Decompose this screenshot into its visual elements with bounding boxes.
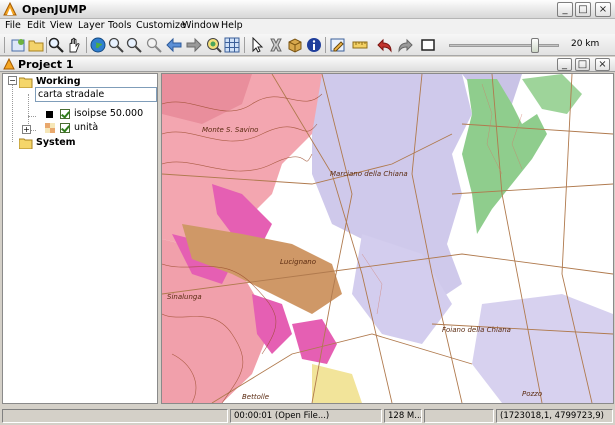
toolbar-separator (86, 37, 87, 53)
folder-open-icon (19, 77, 33, 88)
forward-arrow-icon[interactable] (186, 37, 202, 53)
open-project-icon[interactable] (28, 37, 44, 53)
toolbar-separator (46, 37, 47, 53)
layer-style-grid-icon (45, 123, 55, 133)
select-arrow-icon[interactable] (250, 37, 266, 53)
place-label: Marciano della Chiana (330, 170, 408, 178)
layer-unita[interactable]: unità (74, 122, 98, 133)
menu-file[interactable]: File (5, 20, 21, 31)
zoom-out-icon[interactable] (126, 37, 142, 53)
place-label: Monte S. Savino (202, 126, 258, 134)
project-icon (3, 58, 15, 70)
category-working[interactable]: Working (36, 76, 81, 87)
project-frame-title-bar: Project 1 _ □ × (0, 57, 615, 72)
menu-view[interactable]: View (50, 20, 73, 31)
toolbar-separator (325, 37, 326, 53)
undo-icon[interactable] (377, 37, 393, 53)
window-title: OpenJUMP (22, 3, 87, 16)
zoom-selected-icon[interactable] (146, 37, 162, 53)
zoom-slider-track[interactable] (449, 44, 559, 47)
toolbar: 20 km (0, 34, 615, 56)
layer-color-swatch (46, 111, 53, 118)
back-arrow-icon[interactable] (166, 37, 182, 53)
rectangle-icon[interactable] (420, 37, 436, 53)
place-label: Pozzo (522, 390, 542, 398)
status-timer: 00:00:01 (Open File...) (230, 409, 382, 423)
menu-edit[interactable]: Edit (27, 20, 45, 31)
place-label: Bettolle (242, 393, 269, 401)
tree-connector (12, 80, 13, 142)
menu-help[interactable]: Help (221, 20, 243, 31)
zoom-slider-thumb[interactable] (530, 38, 539, 53)
close-button[interactable]: × (595, 2, 611, 17)
status-memory: 128 M... (384, 409, 422, 423)
menu-window[interactable]: Window (182, 20, 219, 31)
frame-maximize-button[interactable]: □ (575, 58, 590, 71)
frame-close-button[interactable]: × (595, 58, 610, 71)
map-canvas[interactable]: Monte S. Savino Marciano della Chiana Lu… (161, 73, 614, 404)
tree-connector (28, 116, 36, 117)
scale-label: 20 km (571, 39, 600, 49)
status-message (2, 409, 228, 423)
zoom-in-icon[interactable] (108, 37, 124, 53)
title-bar: OpenJUMP _ □ × (0, 0, 615, 19)
maximize-button[interactable]: □ (575, 2, 591, 17)
map-region-lavender (472, 294, 613, 403)
pan-hand-icon[interactable] (66, 37, 82, 53)
folder-closed-icon (19, 138, 33, 149)
menu-tools[interactable]: Tools (108, 20, 131, 31)
redo-icon[interactable] (397, 37, 413, 53)
project-title: Project 1 (18, 58, 74, 71)
minimize-button[interactable]: _ (557, 2, 573, 17)
edit-pencil-icon[interactable] (330, 37, 346, 53)
layer-tree: − Working isoipse 50.000 + unità System (2, 73, 158, 404)
layer-visibility-checkbox[interactable] (60, 109, 70, 119)
status-coordinates: (1723018,1, 4799723,9) (496, 409, 613, 423)
toolbar-separator (244, 37, 245, 53)
menu-bar: File Edit View Layer Tools Customize Win… (0, 19, 615, 34)
delete-icon[interactable] (268, 37, 284, 53)
place-label: Lucignano (280, 258, 316, 266)
category-system[interactable]: System (36, 137, 76, 148)
toolbar-grip (4, 37, 5, 53)
layer-name-edit-field[interactable] (35, 87, 157, 102)
place-label: Foiano della Chiana (442, 326, 511, 334)
expand-unita-toggle[interactable]: + (22, 125, 31, 134)
info-icon[interactable] (306, 37, 322, 53)
openjump-window: OpenJUMP _ □ × File Edit View Layer Tool… (0, 0, 615, 425)
feature-info-box-icon[interactable] (287, 37, 303, 53)
layer-isoipse[interactable]: isoipse 50.000 (74, 108, 143, 119)
new-project-icon[interactable] (10, 37, 26, 53)
grid-icon[interactable] (224, 37, 240, 53)
measure-ruler-icon[interactable] (352, 37, 368, 53)
zoom-layer-icon[interactable] (206, 37, 222, 53)
status-empty (424, 409, 494, 423)
menu-layer[interactable]: Layer (78, 20, 105, 31)
collapse-working-toggle[interactable]: − (8, 76, 17, 85)
globe-zoom-full-icon[interactable] (90, 37, 106, 53)
layer-visibility-checkbox[interactable] (60, 123, 70, 133)
map-view: Monte S. Savino Marciano della Chiana Lu… (162, 74, 613, 403)
frame-minimize-button[interactable]: _ (557, 58, 572, 71)
openjump-logo-icon (3, 2, 17, 16)
place-label: Sinalunga (167, 293, 202, 301)
menu-customize[interactable]: Customize (136, 20, 186, 31)
zoom-icon[interactable] (48, 37, 64, 53)
status-bar: 00:00:01 (Open File...) 128 M... (172301… (0, 407, 615, 425)
